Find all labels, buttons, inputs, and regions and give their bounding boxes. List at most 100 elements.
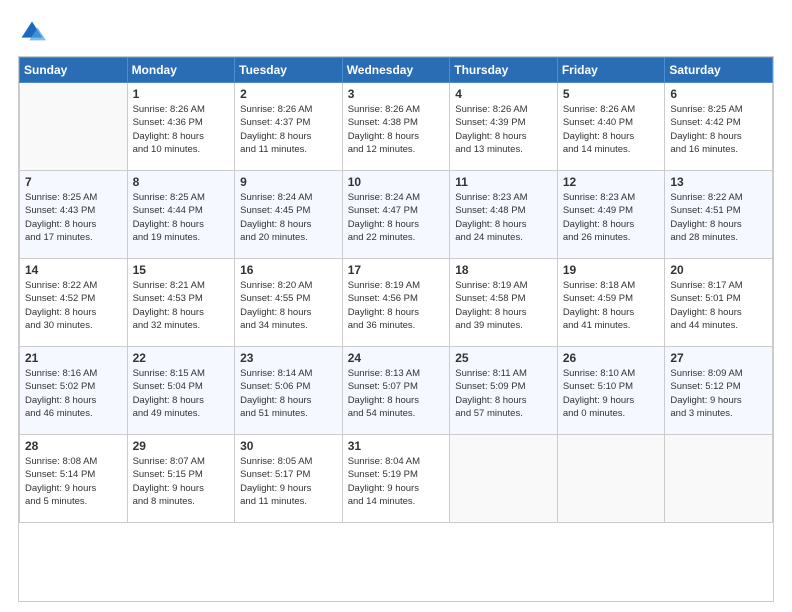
- day-number: 7: [25, 175, 122, 189]
- day-number: 4: [455, 87, 552, 101]
- day-number: 18: [455, 263, 552, 277]
- calendar-cell: 13 Sunrise: 8:22 AM Sunset: 4:51 PM Dayli…: [665, 171, 773, 259]
- day-of-week-header: Thursday: [450, 58, 558, 83]
- day-of-week-header: Tuesday: [235, 58, 343, 83]
- day-info: Sunrise: 8:18 AM Sunset: 4:59 PM Dayligh…: [563, 279, 660, 332]
- day-info: Sunrise: 8:14 AM Sunset: 5:06 PM Dayligh…: [240, 367, 337, 420]
- day-info: Sunrise: 8:09 AM Sunset: 5:12 PM Dayligh…: [670, 367, 767, 420]
- page: SundayMondayTuesdayWednesdayThursdayFrid…: [0, 0, 792, 612]
- calendar-cell: 18Sunrise: 8:19 AM Sunset: 4:58 PM Dayli…: [450, 259, 558, 347]
- day-number: 15: [133, 263, 230, 277]
- day-number: 9: [240, 175, 337, 189]
- day-number: 24: [348, 351, 445, 365]
- day-number: 29: [133, 439, 230, 453]
- day-number: 19: [563, 263, 660, 277]
- calendar-cell: 29 Sunrise: 8:07 AM Sunset: 5:15 PM Dayli…: [127, 435, 235, 523]
- day-number: 20: [670, 263, 767, 277]
- calendar-cell: 9Sunrise: 8:24 AM Sunset: 4:45 PM Daylig…: [235, 171, 343, 259]
- calendar-cell: 19 Sunrise: 8:18 AM Sunset: 4:59 PM Dayli…: [557, 259, 665, 347]
- day-number: 28: [25, 439, 122, 453]
- day-info: Sunrise: 8:26 AM Sunset: 4:36 PM Dayligh…: [133, 103, 230, 156]
- day-info: Sunrise: 8:07 AM Sunset: 5:15 PM Dayligh…: [133, 455, 230, 508]
- day-info: Sunrise: 8:22 AM Sunset: 4:51 PM Dayligh…: [670, 191, 767, 244]
- day-info: Sunrise: 8:15 AM Sunset: 5:04 PM Dayligh…: [133, 367, 230, 420]
- calendar-cell: 17Sunrise: 8:19 AM Sunset: 4:56 PM Dayli…: [342, 259, 450, 347]
- day-number: 17: [348, 263, 445, 277]
- day-info: Sunrise: 8:10 AM Sunset: 5:10 PM Dayligh…: [563, 367, 660, 420]
- calendar-cell: 1 Sunrise: 8:26 AM Sunset: 4:36 PM Daylig…: [127, 83, 235, 171]
- calendar-cell: 27 Sunrise: 8:09 AM Sunset: 5:12 PM Dayli…: [665, 347, 773, 435]
- day-info: Sunrise: 8:23 AM Sunset: 4:48 PM Dayligh…: [455, 191, 552, 244]
- day-number: 21: [25, 351, 122, 365]
- calendar-cell: 3Sunrise: 8:26 AM Sunset: 4:38 PM Daylig…: [342, 83, 450, 171]
- day-info: Sunrise: 8:11 AM Sunset: 5:09 PM Dayligh…: [455, 367, 552, 420]
- day-of-week-header: Sunday: [20, 58, 128, 83]
- day-number: 27: [670, 351, 767, 365]
- day-of-week-header: Friday: [557, 58, 665, 83]
- day-number: 12: [563, 175, 660, 189]
- calendar-cell: 8Sunrise: 8:25 AM Sunset: 4:44 PM Daylig…: [127, 171, 235, 259]
- calendar-cell: 4 Sunrise: 8:26 AM Sunset: 4:39 PM Daylig…: [450, 83, 558, 171]
- calendar-cell: 28 Sunrise: 8:08 AM Sunset: 5:14 PM Dayli…: [20, 435, 128, 523]
- day-info: Sunrise: 8:26 AM Sunset: 4:37 PM Dayligh…: [240, 103, 337, 156]
- day-info: Sunrise: 8:04 AM Sunset: 5:19 PM Dayligh…: [348, 455, 445, 508]
- day-number: 26: [563, 351, 660, 365]
- day-info: Sunrise: 8:17 AM Sunset: 5:01 PM Dayligh…: [670, 279, 767, 332]
- day-info: Sunrise: 8:26 AM Sunset: 4:38 PM Dayligh…: [348, 103, 445, 156]
- calendar-cell: [20, 83, 128, 171]
- day-info: Sunrise: 8:23 AM Sunset: 4:49 PM Dayligh…: [563, 191, 660, 244]
- calendar-cell: 25 Sunrise: 8:11 AM Sunset: 5:09 PM Dayli…: [450, 347, 558, 435]
- calendar-week-row: 21 Sunrise: 8:16 AM Sunset: 5:02 PM Dayli…: [20, 347, 773, 435]
- day-info: Sunrise: 8:22 AM Sunset: 4:52 PM Dayligh…: [25, 279, 122, 332]
- day-number: 14: [25, 263, 122, 277]
- calendar-cell: 5 Sunrise: 8:26 AM Sunset: 4:40 PM Daylig…: [557, 83, 665, 171]
- calendar-header: SundayMondayTuesdayWednesdayThursdayFrid…: [20, 58, 773, 83]
- calendar-cell: 6 Sunrise: 8:25 AM Sunset: 4:42 PM Daylig…: [665, 83, 773, 171]
- calendar-cell: 16Sunrise: 8:20 AM Sunset: 4:55 PM Dayli…: [235, 259, 343, 347]
- day-of-week-header: Wednesday: [342, 58, 450, 83]
- logo-icon: [18, 18, 46, 46]
- day-number: 1: [133, 87, 230, 101]
- day-number: 25: [455, 351, 552, 365]
- day-number: 2: [240, 87, 337, 101]
- calendar-cell: 15 Sunrise: 8:21 AM Sunset: 4:53 PM Dayli…: [127, 259, 235, 347]
- day-number: 5: [563, 87, 660, 101]
- day-info: Sunrise: 8:08 AM Sunset: 5:14 PM Dayligh…: [25, 455, 122, 508]
- day-info: Sunrise: 8:26 AM Sunset: 4:40 PM Dayligh…: [563, 103, 660, 156]
- calendar-cell: 20 Sunrise: 8:17 AM Sunset: 5:01 PM Dayli…: [665, 259, 773, 347]
- day-info: Sunrise: 8:25 AM Sunset: 4:42 PM Dayligh…: [670, 103, 767, 156]
- day-info: Sunrise: 8:20 AM Sunset: 4:55 PM Dayligh…: [240, 279, 337, 332]
- calendar: SundayMondayTuesdayWednesdayThursdayFrid…: [18, 56, 774, 602]
- calendar-cell: 12 Sunrise: 8:23 AM Sunset: 4:49 PM Dayli…: [557, 171, 665, 259]
- calendar-week-row: 14 Sunrise: 8:22 AM Sunset: 4:52 PM Dayli…: [20, 259, 773, 347]
- calendar-cell: 10Sunrise: 8:24 AM Sunset: 4:47 PM Dayli…: [342, 171, 450, 259]
- calendar-cell: 14 Sunrise: 8:22 AM Sunset: 4:52 PM Dayli…: [20, 259, 128, 347]
- day-number: 6: [670, 87, 767, 101]
- calendar-week-row: 1 Sunrise: 8:26 AM Sunset: 4:36 PM Daylig…: [20, 83, 773, 171]
- calendar-cell: 24Sunrise: 8:13 AM Sunset: 5:07 PM Dayli…: [342, 347, 450, 435]
- day-number: 11: [455, 175, 552, 189]
- calendar-week-row: 28 Sunrise: 8:08 AM Sunset: 5:14 PM Dayli…: [20, 435, 773, 523]
- day-number: 22: [133, 351, 230, 365]
- day-info: Sunrise: 8:25 AM Sunset: 4:44 PM Dayligh…: [133, 191, 230, 244]
- calendar-cell: 26 Sunrise: 8:10 AM Sunset: 5:10 PM Dayli…: [557, 347, 665, 435]
- calendar-cell: 21 Sunrise: 8:16 AM Sunset: 5:02 PM Dayli…: [20, 347, 128, 435]
- header: [18, 18, 774, 46]
- day-of-week-header: Monday: [127, 58, 235, 83]
- day-info: Sunrise: 8:26 AM Sunset: 4:39 PM Dayligh…: [455, 103, 552, 156]
- calendar-week-row: 7 Sunrise: 8:25 AM Sunset: 4:43 PM Daylig…: [20, 171, 773, 259]
- day-info: Sunrise: 8:24 AM Sunset: 4:47 PM Dayligh…: [348, 191, 445, 244]
- days-of-week-row: SundayMondayTuesdayWednesdayThursdayFrid…: [20, 58, 773, 83]
- calendar-cell: [450, 435, 558, 523]
- calendar-cell: 30Sunrise: 8:05 AM Sunset: 5:17 PM Dayli…: [235, 435, 343, 523]
- day-info: Sunrise: 8:25 AM Sunset: 4:43 PM Dayligh…: [25, 191, 122, 244]
- day-number: 30: [240, 439, 337, 453]
- day-info: Sunrise: 8:21 AM Sunset: 4:53 PM Dayligh…: [133, 279, 230, 332]
- logo: [18, 18, 50, 46]
- day-info: Sunrise: 8:16 AM Sunset: 5:02 PM Dayligh…: [25, 367, 122, 420]
- day-number: 13: [670, 175, 767, 189]
- day-number: 23: [240, 351, 337, 365]
- calendar-cell: 11 Sunrise: 8:23 AM Sunset: 4:48 PM Dayli…: [450, 171, 558, 259]
- day-number: 31: [348, 439, 445, 453]
- calendar-cell: 31 Sunrise: 8:04 AM Sunset: 5:19 PM Dayli…: [342, 435, 450, 523]
